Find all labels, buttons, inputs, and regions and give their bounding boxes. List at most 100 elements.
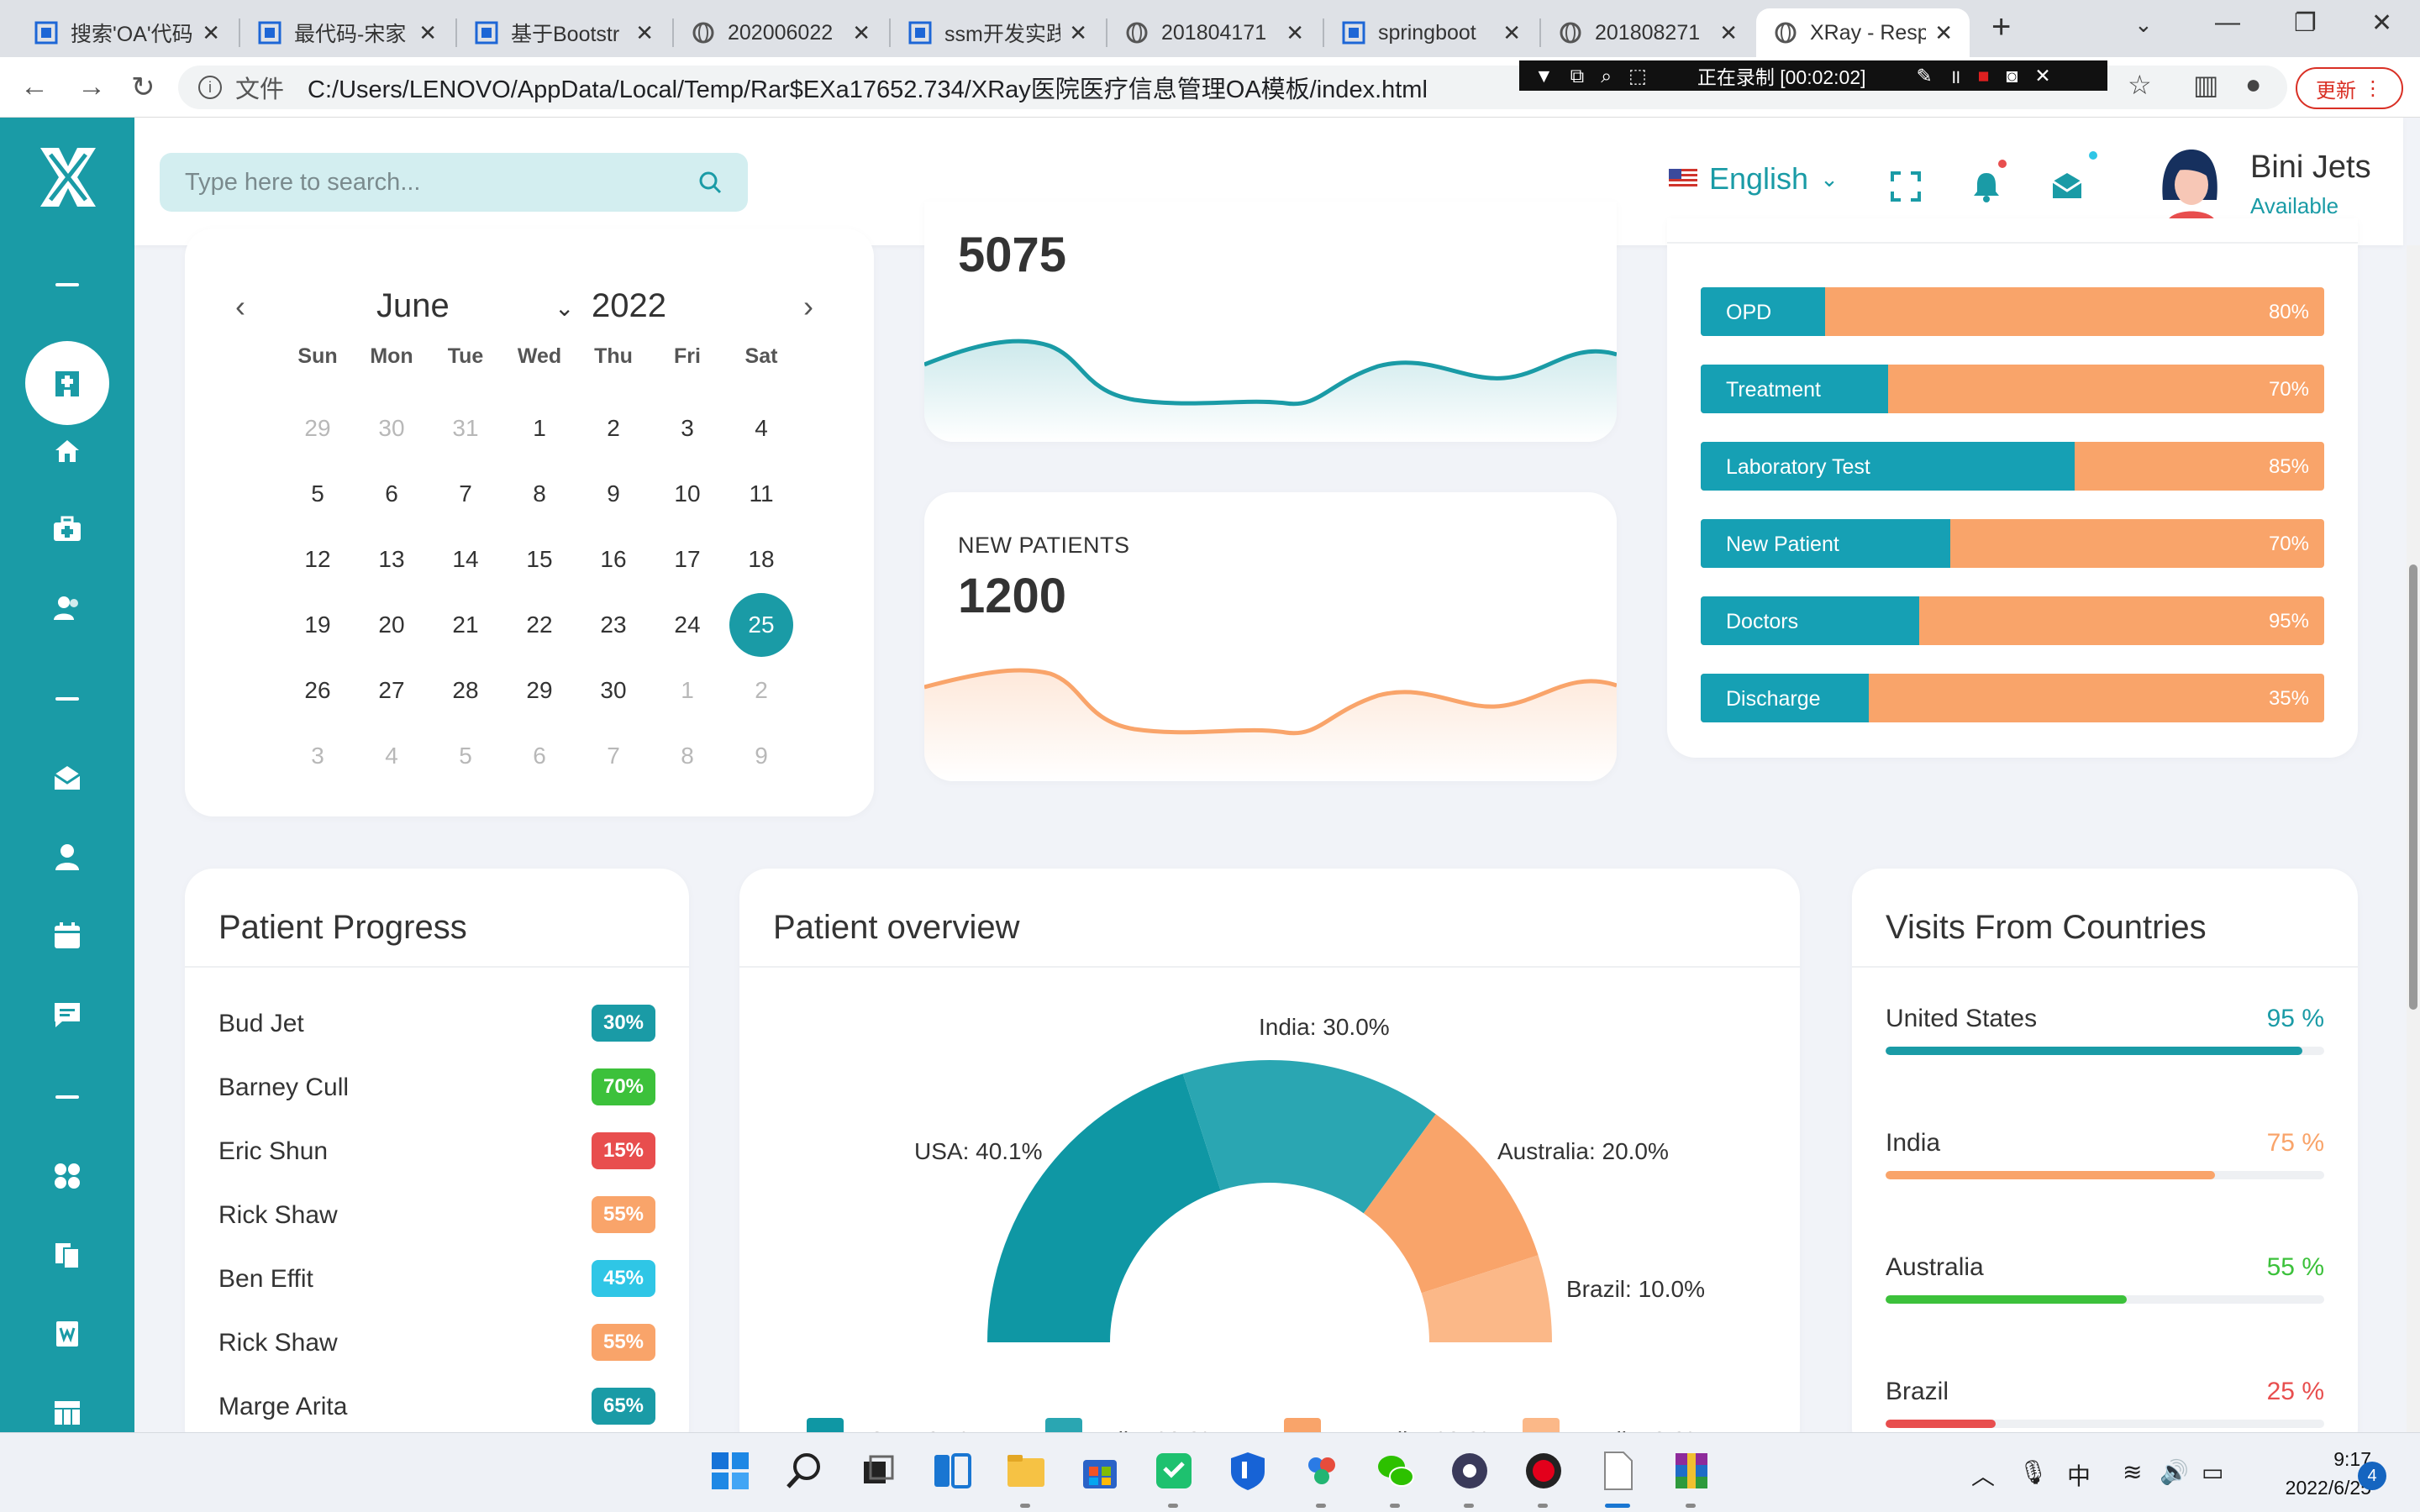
- user-name[interactable]: Bini Jets: [2250, 150, 2371, 186]
- back-arrow-icon[interactable]: ←: [20, 71, 49, 103]
- calendar-day[interactable]: 22: [508, 593, 571, 657]
- browser-tab[interactable]: springboot ✕: [1324, 8, 1538, 57]
- close-tab-icon[interactable]: ✕: [1286, 20, 1304, 46]
- volume-icon[interactable]: 🔊: [2160, 1458, 2189, 1486]
- microphone-icon[interactable]: 🎙: [2018, 1458, 2049, 1486]
- calendar-day[interactable]: 9: [729, 724, 793, 788]
- calendar-day[interactable]: 17: [655, 528, 719, 591]
- chat-app-icon[interactable]: [1153, 1450, 1195, 1492]
- calendar-day[interactable]: 5: [286, 462, 350, 526]
- pie-slice[interactable]: [987, 1074, 1221, 1342]
- calendar-day[interactable]: 19: [286, 593, 350, 657]
- calendar-day[interactable]: 14: [434, 528, 497, 591]
- calendar-day[interactable]: 25: [729, 593, 793, 657]
- list-item[interactable]: Rick Shaw 55%: [218, 1322, 655, 1364]
- close-tab-icon[interactable]: ✕: [418, 20, 437, 46]
- notification-count-badge[interactable]: 4: [2358, 1462, 2386, 1490]
- pen-icon[interactable]: ✎: [1917, 65, 1933, 87]
- sidebar-item-home[interactable]: [0, 425, 134, 475]
- zoom-icon[interactable]: ⌕: [1601, 65, 1612, 87]
- avatar[interactable]: [2148, 141, 2232, 225]
- close-tab-icon[interactable]: ✕: [852, 20, 871, 46]
- calendar-day[interactable]: 6: [508, 724, 571, 788]
- list-item[interactable]: Ben Effit 45%: [218, 1258, 655, 1300]
- battery-icon[interactable]: ▭: [2202, 1458, 2223, 1486]
- task-view-icon[interactable]: [857, 1450, 899, 1492]
- calendar-day[interactable]: 8: [508, 462, 571, 526]
- close-window-icon[interactable]: ✕: [2371, 8, 2392, 38]
- calendar-day[interactable]: 3: [655, 396, 719, 460]
- new-tab-icon[interactable]: +: [1991, 8, 2011, 46]
- calendar-day[interactable]: 24: [655, 593, 719, 657]
- calendar-day[interactable]: 1: [655, 659, 719, 722]
- restore-icon[interactable]: ❐: [2294, 8, 2317, 38]
- window-icon[interactable]: ⧉: [1570, 65, 1584, 87]
- calendar-day[interactable]: 20: [360, 593, 424, 657]
- media-app-icon[interactable]: [1449, 1450, 1491, 1492]
- sidebar-item-medical[interactable]: [0, 504, 134, 554]
- camera-icon[interactable]: ◙: [2007, 65, 2018, 87]
- sidebar-item-documents[interactable]: [0, 1309, 134, 1359]
- update-button[interactable]: 更新 ⋮: [2296, 67, 2403, 109]
- calendar-day[interactable]: 2: [581, 396, 645, 460]
- calendar-month[interactable]: June: [376, 287, 450, 325]
- calendar-day[interactable]: 16: [581, 528, 645, 591]
- clock-time[interactable]: 9:17: [2270, 1448, 2371, 1471]
- forward-arrow-icon[interactable]: →: [77, 71, 106, 103]
- sidebar-item-doctors[interactable]: [0, 583, 134, 633]
- scrollbar-thumb[interactable]: [2409, 564, 2417, 1010]
- page-scrollbar[interactable]: [2407, 245, 2420, 1432]
- calendar-day[interactable]: 11: [729, 462, 793, 526]
- sidebar-item-dashboard[interactable]: [0, 341, 134, 425]
- sidebar-item-calendar[interactable]: [0, 911, 134, 961]
- search-icon[interactable]: [783, 1450, 825, 1492]
- mail-icon[interactable]: [2050, 170, 2084, 203]
- widgets-icon[interactable]: [931, 1450, 973, 1492]
- calendar-day[interactable]: 28: [434, 659, 497, 722]
- calendar-day[interactable]: 15: [508, 528, 571, 591]
- calendar-day[interactable]: 10: [655, 462, 719, 526]
- ime-indicator[interactable]: 中: [2067, 1458, 2091, 1492]
- reload-icon[interactable]: ↻: [131, 71, 155, 104]
- recorder-app-icon[interactable]: [1523, 1450, 1565, 1492]
- calendar-year[interactable]: 2022: [592, 287, 666, 325]
- calendar-day[interactable]: 13: [360, 528, 424, 591]
- bell-icon[interactable]: [1970, 170, 2003, 203]
- archive-app-icon[interactable]: [1670, 1450, 1712, 1492]
- browser-tab[interactable]: 201804171 ✕: [1107, 8, 1321, 57]
- calendar-day[interactable]: 2: [729, 659, 793, 722]
- close-recorder-icon[interactable]: ✕: [2034, 65, 2050, 87]
- calendar-day[interactable]: 4: [729, 396, 793, 460]
- sidebar-item-patients[interactable]: [0, 832, 134, 882]
- tray-overflow-chevron-icon[interactable]: ︿: [1971, 1458, 1995, 1492]
- list-item[interactable]: Marge Arita 65%: [218, 1386, 655, 1428]
- fullscreen-icon[interactable]: [1889, 170, 1923, 203]
- calendar-day[interactable]: 7: [434, 462, 497, 526]
- close-tab-icon[interactable]: ✕: [202, 20, 220, 46]
- side-panel-icon[interactable]: ▥: [2193, 69, 2218, 101]
- search-input[interactable]: [185, 168, 697, 197]
- calendar-day[interactable]: 30: [360, 396, 424, 460]
- list-item[interactable]: Barney Cull 70%: [218, 1067, 655, 1109]
- calendar-day[interactable]: 8: [655, 724, 719, 788]
- calendar-day[interactable]: 29: [508, 659, 571, 722]
- browser-tab[interactable]: 搜索'OA'代码 ✕: [17, 8, 237, 57]
- region-icon[interactable]: ⬚: [1628, 65, 1647, 87]
- calendar-day[interactable]: 23: [581, 593, 645, 657]
- browser-tab-active[interactable]: XRay - Resp ✕: [1756, 8, 1970, 57]
- browser-tab[interactable]: ssm开发实践 ✕: [891, 8, 1104, 57]
- calendar-day[interactable]: 18: [729, 528, 793, 591]
- close-tab-icon[interactable]: ✕: [635, 20, 654, 46]
- wechat-icon[interactable]: [1375, 1450, 1417, 1492]
- search-icon[interactable]: [697, 170, 723, 195]
- calendar-day[interactable]: 27: [360, 659, 424, 722]
- month-dropdown-icon[interactable]: ⌄: [555, 294, 574, 322]
- profile-icon[interactable]: ●: [2245, 69, 2261, 100]
- minimize-icon[interactable]: —: [2215, 8, 2240, 37]
- list-item[interactable]: Rick Shaw 55%: [218, 1194, 655, 1236]
- browser-tab[interactable]: 202006022 ✕: [674, 8, 887, 57]
- file-explorer-icon[interactable]: [1005, 1450, 1047, 1492]
- calendar-day[interactable]: 6: [360, 462, 424, 526]
- calendar-day[interactable]: 31: [434, 396, 497, 460]
- close-tab-icon[interactable]: ✕: [1069, 20, 1087, 46]
